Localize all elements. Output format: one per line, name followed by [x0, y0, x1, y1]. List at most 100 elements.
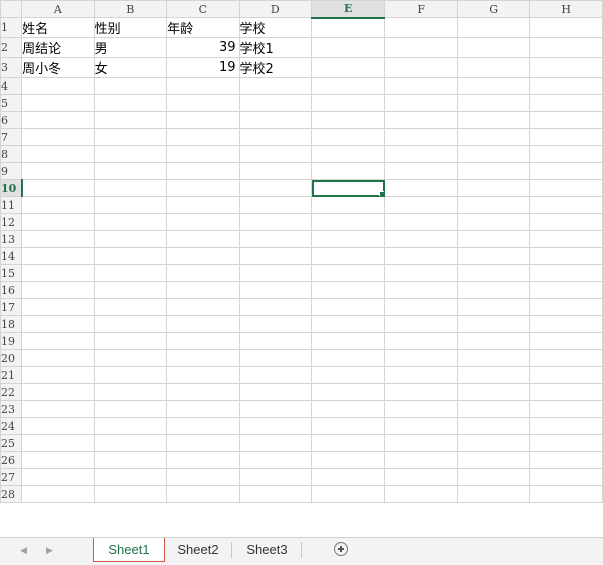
cell-e16[interactable]	[310, 281, 386, 299]
cell-table[interactable]: ABCDEFGH 1 姓名 性别 年龄 学校 2 周结论男 39 学校1 3 周小冬女 19 学校2 4 5…	[0, 0, 603, 503]
cell-a17[interactable]	[21, 298, 95, 316]
cell-c15[interactable]	[166, 264, 240, 282]
cell-a12[interactable]	[21, 213, 95, 231]
cell-d27[interactable]	[238, 468, 313, 486]
row-header-25[interactable]: 25	[0, 434, 23, 452]
cell-e3[interactable]	[310, 57, 386, 78]
cell-e18[interactable]	[310, 315, 386, 333]
cell-e27[interactable]	[310, 468, 386, 486]
cell-d15[interactable]	[238, 264, 313, 282]
cell-d19[interactable]	[238, 332, 313, 350]
cell-c2[interactable]: 39	[166, 37, 240, 58]
cell-d3[interactable]: 学校2	[238, 57, 313, 78]
row-header-1[interactable]: 1	[0, 17, 23, 38]
row-header-19[interactable]: 19	[0, 332, 23, 350]
cell-g27[interactable]	[456, 468, 531, 486]
cell-a14[interactable]	[21, 247, 95, 265]
row-header-7[interactable]: 7	[0, 128, 23, 146]
cell-d8[interactable]	[238, 145, 313, 163]
cell-e19[interactable]	[310, 332, 386, 350]
cell-d26[interactable]	[238, 451, 313, 469]
cell-e17[interactable]	[310, 298, 386, 316]
cell-c13[interactable]	[166, 230, 240, 248]
cell-c14[interactable]	[166, 247, 240, 265]
cell-e6[interactable]	[310, 111, 386, 129]
cell-d12[interactable]	[238, 213, 313, 231]
cell-c12[interactable]	[166, 213, 240, 231]
cell-f16[interactable]	[384, 281, 458, 299]
cell-g17[interactable]	[456, 298, 531, 316]
row-header-21[interactable]: 21	[0, 366, 23, 384]
cell-e22[interactable]	[310, 383, 386, 401]
row-header-27[interactable]: 27	[0, 468, 23, 486]
tab-sheet3[interactable]: Sheet3	[235, 538, 299, 562]
cell-g15[interactable]	[456, 264, 531, 282]
cell-f26[interactable]	[384, 451, 458, 469]
cell-d14[interactable]	[238, 247, 313, 265]
cell-c25[interactable]	[166, 434, 240, 452]
cell-e1[interactable]	[310, 17, 386, 38]
cell-a15[interactable]	[21, 264, 95, 282]
cell-b21[interactable]	[93, 366, 168, 384]
cell-d11[interactable]	[238, 196, 313, 214]
cell-a3[interactable]: 周小冬	[21, 57, 95, 78]
cell-f15[interactable]	[384, 264, 458, 282]
column-header-b[interactable]: B	[93, 0, 168, 18]
cell-d2[interactable]: 学校1	[238, 37, 313, 58]
cell-g18[interactable]	[456, 315, 531, 333]
cell-h10[interactable]	[529, 179, 603, 197]
row-header-17[interactable]: 17	[0, 298, 23, 316]
cell-f23[interactable]	[384, 400, 458, 418]
cell-b22[interactable]	[93, 383, 168, 401]
cell-f10[interactable]	[384, 179, 458, 197]
column-header-h[interactable]: H	[529, 0, 603, 18]
cell-e8[interactable]	[310, 145, 386, 163]
cell-h4[interactable]	[529, 77, 603, 95]
cell-d9[interactable]	[238, 162, 313, 180]
cell-a18[interactable]	[21, 315, 95, 333]
row-header-2[interactable]: 2	[0, 37, 23, 58]
cell-h7[interactable]	[529, 128, 603, 146]
cell-f21[interactable]	[384, 366, 458, 384]
cell-g4[interactable]	[456, 77, 531, 95]
cell-d16[interactable]	[238, 281, 313, 299]
spreadsheet-grid[interactable]: ABCDEFGH 1 姓名 性别 年龄 学校 2 周结论男 39 学校1 3 周小冬女 19 学校2 4 5…	[0, 0, 603, 537]
fill-handle[interactable]	[379, 191, 384, 196]
cell-a16[interactable]	[21, 281, 95, 299]
cell-a22[interactable]	[21, 383, 95, 401]
cell-e20[interactable]	[310, 349, 386, 367]
tab-sheet1[interactable]: Sheet1	[93, 538, 165, 562]
cell-c19[interactable]	[166, 332, 240, 350]
cell-a24[interactable]	[21, 417, 95, 435]
cell-e11[interactable]	[310, 196, 386, 214]
cell-g25[interactable]	[456, 434, 531, 452]
cell-g12[interactable]	[456, 213, 531, 231]
cell-a19[interactable]	[21, 332, 95, 350]
cell-a20[interactable]	[21, 349, 95, 367]
cell-c3[interactable]: 19	[166, 57, 240, 78]
cell-e14[interactable]	[310, 247, 386, 265]
cell-c5[interactable]	[166, 94, 240, 112]
cell-b15[interactable]	[93, 264, 168, 282]
cell-f14[interactable]	[384, 247, 458, 265]
cell-e10[interactable]	[310, 179, 386, 197]
cell-d4[interactable]	[238, 77, 313, 95]
cell-a25[interactable]	[21, 434, 95, 452]
cell-e28[interactable]	[310, 485, 386, 503]
cell-d20[interactable]	[238, 349, 313, 367]
cell-e9[interactable]	[310, 162, 386, 180]
cell-f12[interactable]	[384, 213, 458, 231]
cell-h12[interactable]	[529, 213, 603, 231]
cell-d7[interactable]	[238, 128, 313, 146]
column-header-d[interactable]: D	[238, 0, 313, 18]
cell-a4[interactable]	[21, 77, 95, 95]
cell-f24[interactable]	[384, 417, 458, 435]
cell-g13[interactable]	[456, 230, 531, 248]
cell-b2[interactable]: 男	[93, 37, 168, 58]
cell-c4[interactable]	[166, 77, 240, 95]
column-header-f[interactable]: F	[384, 0, 458, 18]
cell-e24[interactable]	[310, 417, 386, 435]
cell-c24[interactable]	[166, 417, 240, 435]
cell-g10[interactable]	[456, 179, 531, 197]
cell-h3[interactable]	[529, 57, 603, 78]
